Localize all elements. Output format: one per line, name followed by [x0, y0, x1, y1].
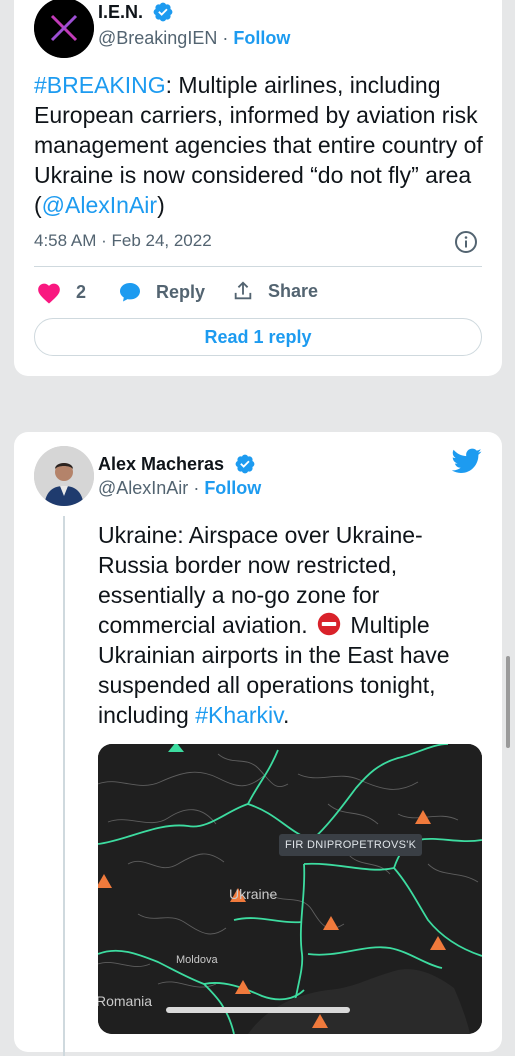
map-label-moldova: Moldova [176, 954, 218, 966]
info-icon[interactable] [454, 230, 478, 254]
tweet-text: #BREAKING: Multiple airlines, including … [34, 70, 494, 220]
share-label: Share [268, 280, 319, 301]
handle-line: @AlexInAir · Follow [98, 478, 261, 499]
follow-button[interactable]: Follow [204, 478, 261, 498]
avatar[interactable] [34, 0, 94, 58]
reply-button[interactable]: Reply [118, 280, 205, 304]
verified-badge-icon [235, 454, 255, 474]
twitter-bird-icon[interactable] [452, 448, 482, 474]
tweet-text-part3: . [282, 702, 290, 728]
verified-badge-icon [153, 2, 173, 22]
reply-bubble-icon [120, 283, 140, 302]
timestamp[interactable]: 4:58 AM · Feb 24, 2022 [34, 231, 212, 251]
avatar[interactable] [34, 446, 94, 506]
tweet-image-map[interactable]: FIR DNIPROPETROVS'K Ukraine Moldova Roma… [98, 744, 482, 1034]
hashtag-breaking[interactable]: #BREAKING [34, 72, 166, 98]
separator: · [217, 28, 234, 48]
tweet-card-ien: I.E.N. @BreakingIEN · Follow #BREAKING: … [14, 0, 502, 376]
like-count: 2 [76, 281, 87, 302]
map-label-romania: Romania [98, 993, 153, 1009]
display-name[interactable]: I.E.N. [98, 2, 143, 23]
handle[interactable]: @BreakingIEN [98, 28, 217, 48]
no-entry-emoji [317, 612, 341, 636]
read-replies-button[interactable]: Read 1 reply [34, 318, 482, 356]
reply-label: Reply [156, 281, 206, 302]
fir-label: FIR DNIPROPETROVS'K [279, 834, 423, 856]
handle-line: @BreakingIEN · Follow [98, 28, 290, 49]
tweet-card-alex: Alex Macheras @AlexInAir · Follow Ukrain… [14, 432, 502, 1056]
mention-link[interactable]: @AlexInAir [42, 192, 157, 218]
separator: · [188, 478, 205, 498]
follow-button[interactable]: Follow [233, 28, 290, 48]
tweet-text-part2: ) [157, 192, 165, 218]
ien-logo-icon [34, 0, 94, 58]
tweet-text: Ukraine: Airspace over Ukraine-Russia bo… [98, 520, 488, 730]
map-label-ukraine: Ukraine [229, 886, 278, 902]
airspace-map [98, 744, 482, 1034]
divider [34, 266, 482, 267]
profile-photo-icon [34, 446, 94, 506]
handle[interactable]: @AlexInAir [98, 478, 188, 498]
hashtag-kharkiv[interactable]: #Kharkiv [195, 702, 283, 728]
display-name[interactable]: Alex Macheras [98, 454, 224, 475]
like-button[interactable]: 2 [36, 280, 86, 304]
scroll-indicator[interactable] [506, 656, 510, 748]
share-button[interactable]: Share [232, 280, 318, 302]
home-indicator[interactable] [166, 1007, 350, 1013]
share-icon [234, 281, 252, 300]
thread-line [63, 516, 65, 1056]
heart-icon [38, 283, 60, 304]
